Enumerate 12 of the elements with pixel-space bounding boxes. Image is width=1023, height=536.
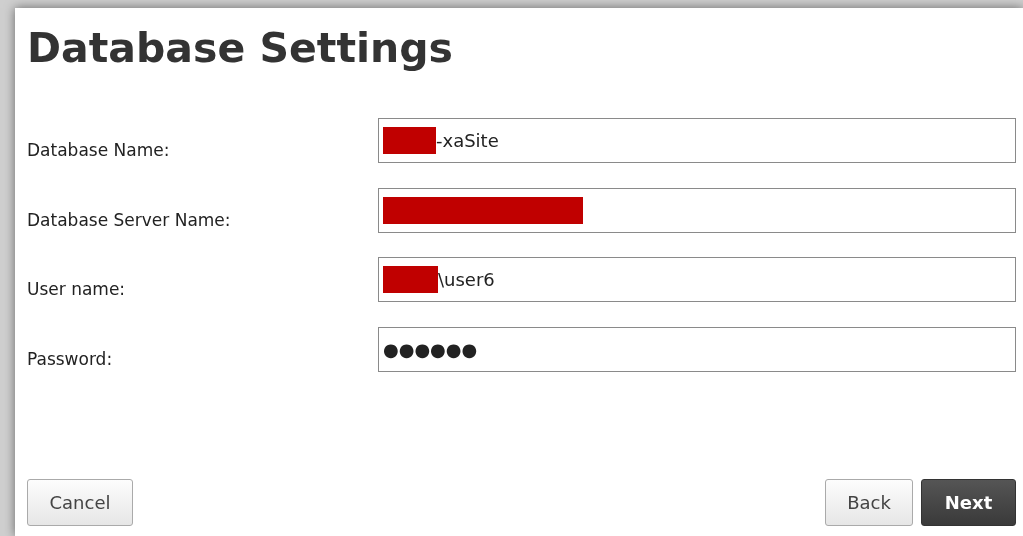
input-field[interactable]: \user6 xyxy=(378,257,1016,303)
field-label: Database Name: xyxy=(27,139,171,162)
page-title: Database Settings xyxy=(27,23,453,74)
field-label: Database Server Name: xyxy=(27,208,232,232)
input-field[interactable]: -xaSite xyxy=(378,118,1016,164)
cancel-button[interactable]: Cancel xyxy=(27,479,133,526)
back-button[interactable]: Back xyxy=(825,479,913,526)
field-label: User name: xyxy=(27,278,127,301)
input-field[interactable] xyxy=(378,187,1016,233)
input-field[interactable]: ●●●●●● xyxy=(378,326,1016,372)
field-label: Password: xyxy=(27,347,114,371)
next-button[interactable]: Next xyxy=(921,479,1016,526)
